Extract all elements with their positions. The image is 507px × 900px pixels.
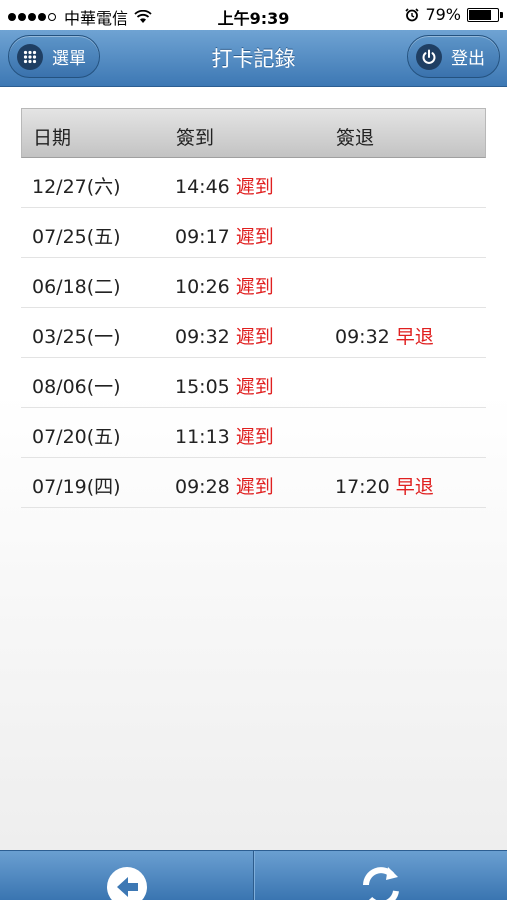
row-check-in: 11:13 遲到 xyxy=(175,422,274,449)
row-check-in: 14:46 遲到 xyxy=(175,172,274,199)
row-date: 06/18(二) xyxy=(32,276,121,298)
check-in-time: 09:17 xyxy=(175,226,230,248)
power-icon xyxy=(416,43,442,70)
check-in-time: 09:32 xyxy=(175,326,230,348)
table-row: 08/06(一) 15:05 遲到 xyxy=(21,358,486,408)
early-leave-flag: 早退 xyxy=(395,326,434,348)
table-row: 07/20(五) 11:13 遲到 xyxy=(21,408,486,458)
row-date: 07/20(五) xyxy=(32,426,121,448)
row-check-in: 09:32 遲到 xyxy=(175,322,274,349)
table-row: 06/18(二) 10:26 遲到 xyxy=(21,258,486,308)
row-check-out: 17:20 早退 xyxy=(335,472,434,499)
row-date: 12/27(六) xyxy=(32,176,121,198)
bottom-toolbar xyxy=(0,850,507,900)
back-button[interactable] xyxy=(0,851,253,900)
table-body: 12/27(六) 14:46 遲到 07/25(五) 09:17 遲到 06/18(二) 10… xyxy=(21,158,486,508)
late-flag: 遲到 xyxy=(235,476,274,498)
row-date: 07/19(四) xyxy=(32,476,121,498)
check-out-time: 09:32 xyxy=(335,326,390,348)
table-row: 03/25(一) 09:32 遲到 09:32 早退 xyxy=(21,308,486,358)
table-row: 12/27(六) 14:46 遲到 xyxy=(21,158,486,208)
row-check-in: 10:26 遲到 xyxy=(175,272,274,299)
header-check-out: 簽退 xyxy=(336,127,375,149)
header-date: 日期 xyxy=(33,127,72,149)
row-check-out xyxy=(335,172,341,194)
content-area: 日期 簽到 簽退 12/27(六) 14:46 遲到 07/25(五) 09:17 遲到 0… xyxy=(0,88,507,850)
alarm-clock-icon xyxy=(405,7,420,21)
row-check-out xyxy=(335,222,341,244)
nav-bar: 選單 打卡記錄 登出 xyxy=(0,30,507,87)
late-flag: 遲到 xyxy=(235,426,274,448)
table-row: 07/25(五) 09:17 遲到 xyxy=(21,208,486,258)
check-out-time: 17:20 xyxy=(335,476,390,498)
battery-fill xyxy=(469,9,491,20)
status-right: 79% xyxy=(405,5,503,24)
status-bar: 中華電信 上午9:39 79% xyxy=(0,0,507,30)
table-header: 日期 簽到 簽退 xyxy=(21,108,486,158)
row-check-out xyxy=(335,422,341,444)
early-leave-flag: 早退 xyxy=(395,476,434,498)
late-flag: 遲到 xyxy=(235,276,274,298)
late-flag: 遲到 xyxy=(235,176,274,198)
row-check-in: 09:17 遲到 xyxy=(175,222,274,249)
logout-button-label: 登出 xyxy=(451,49,485,69)
check-in-time: 10:26 xyxy=(175,276,230,298)
row-check-out xyxy=(335,372,341,394)
back-arrow-icon xyxy=(106,867,147,900)
check-in-time: 15:05 xyxy=(175,376,230,398)
row-check-out xyxy=(335,272,341,294)
row-check-out: 09:32 早退 xyxy=(335,322,434,349)
row-check-in: 09:28 遲到 xyxy=(175,472,274,499)
logout-button[interactable]: 登出 xyxy=(407,35,500,78)
check-in-time: 14:46 xyxy=(175,176,230,198)
table-row: 07/19(四) 09:28 遲到 17:20 早退 xyxy=(21,458,486,508)
late-flag: 遲到 xyxy=(235,326,274,348)
header-check-in: 簽到 xyxy=(176,127,215,149)
late-flag: 遲到 xyxy=(235,226,274,248)
battery-icon xyxy=(467,7,503,22)
check-in-time: 11:13 xyxy=(175,426,230,448)
row-date: 03/25(一) xyxy=(32,326,121,348)
check-in-time: 09:28 xyxy=(175,476,230,498)
refresh-icon xyxy=(363,867,399,900)
row-date: 07/25(五) xyxy=(32,226,121,248)
refresh-button[interactable] xyxy=(255,851,507,900)
battery-percent: 79% xyxy=(425,5,461,24)
late-flag: 遲到 xyxy=(235,376,274,398)
row-date: 08/06(一) xyxy=(32,376,121,398)
attendance-table: 日期 簽到 簽退 12/27(六) 14:46 遲到 07/25(五) 09:17 遲到 0… xyxy=(21,108,486,508)
row-check-in: 15:05 遲到 xyxy=(175,372,274,399)
